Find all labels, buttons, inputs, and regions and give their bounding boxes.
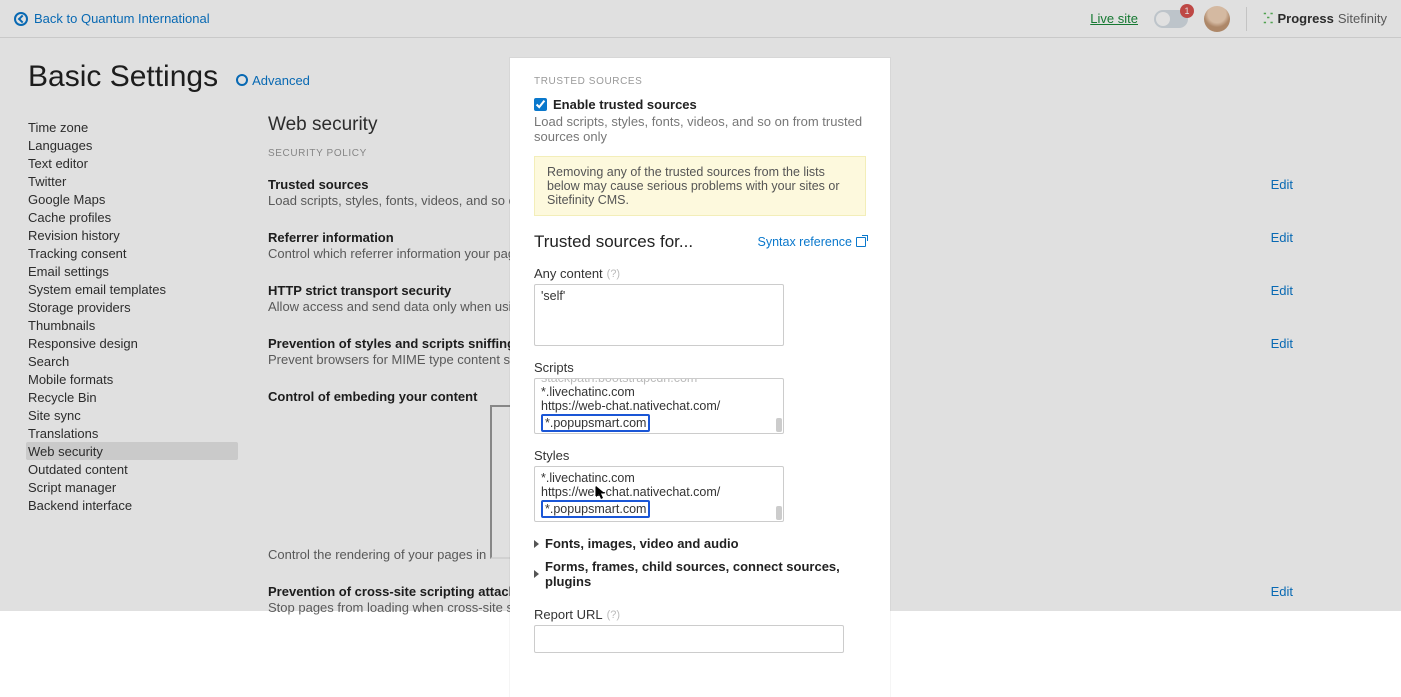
any-content-value: 'self' — [541, 289, 777, 303]
back-arrow-icon — [14, 12, 28, 26]
notification-badge[interactable]: 1 — [1180, 4, 1194, 18]
any-content-field: Any content (?) 'self' — [534, 266, 866, 346]
brand-icon: ⵘ — [1263, 10, 1274, 27]
syntax-reference-label: Syntax reference — [758, 235, 853, 249]
advanced-label: Advanced — [252, 73, 310, 88]
sidebar-item-twitter[interactable]: Twitter — [28, 172, 238, 190]
styles-field: Styles *.livechatinc.com https://web-cha… — [534, 448, 866, 522]
sidebar-item-search[interactable]: Search — [28, 352, 238, 370]
sidebar-item-cache-profiles[interactable]: Cache profiles — [28, 208, 238, 226]
scripts-line: https://web-chat.nativechat.com/ — [541, 399, 777, 413]
expander-fonts[interactable]: Fonts, images, video and audio — [534, 536, 866, 551]
sidebar-item-translations[interactable]: Translations — [28, 424, 238, 442]
modal-heading: TRUSTED SOURCES — [534, 76, 866, 87]
scripts-field: Scripts stackpath.bootstrapcdn.com *.liv… — [534, 360, 866, 434]
chevron-right-icon — [534, 540, 539, 548]
sidebar-item-script-manager[interactable]: Script manager — [28, 478, 238, 496]
sidebar-item-site-sync[interactable]: Site sync — [28, 406, 238, 424]
setting-title: Prevention of styles and scripts sniffin… — [268, 336, 545, 351]
report-url-label: Report URL — [534, 607, 603, 622]
cursor-icon — [596, 486, 607, 501]
external-link-icon — [856, 237, 866, 247]
brand-sitefinity: Sitefinity — [1338, 11, 1387, 26]
any-content-textarea[interactable]: 'self' — [534, 284, 784, 346]
sidebar-item-tracking-consent[interactable]: Tracking consent — [28, 244, 238, 262]
back-label: Back to Quantum International — [34, 11, 210, 26]
report-url-field: Report URL (?) — [534, 607, 866, 653]
syntax-reference-link[interactable]: Syntax reference — [758, 235, 867, 249]
scrollbar-thumb[interactable] — [776, 506, 782, 520]
styles-line: *.livechatinc.com — [541, 471, 777, 485]
dark-mode-toggle-wrap: 1 — [1154, 10, 1188, 28]
sidebar-item-google-maps[interactable]: Google Maps — [28, 190, 238, 208]
brand: ⵘ Progress Sitefinity — [1263, 10, 1387, 27]
styles-textarea[interactable]: *.livechatinc.com https://web-chat.nativ… — [534, 466, 784, 522]
avatar[interactable] — [1204, 6, 1230, 32]
any-content-label: Any content — [534, 266, 603, 281]
sidebar-item-time-zone[interactable]: Time zone — [28, 118, 238, 136]
enable-checkbox-row: Enable trusted sources — [534, 97, 866, 112]
styles-line: https://web-chat.nativechat.com/ — [541, 485, 777, 499]
warning-box: Removing any of the trusted sources from… — [534, 156, 866, 216]
edit-link[interactable]: Edit — [1271, 584, 1373, 599]
chevron-right-icon — [534, 570, 539, 578]
sidebar-item-mobile-formats[interactable]: Mobile formats — [28, 370, 238, 388]
styles-highlight: *.popupsmart.com — [541, 500, 650, 518]
scripts-line: stackpath.bootstrapcdn.com — [541, 378, 777, 385]
enable-checkbox[interactable] — [534, 98, 547, 111]
topbar-right: Live site 1 ⵘ Progress Sitefinity — [1090, 6, 1387, 32]
styles-label: Styles — [534, 448, 569, 463]
trusted-sources-modal: TRUSTED SOURCES Enable trusted sources L… — [510, 58, 890, 697]
sidebar-item-responsive-design[interactable]: Responsive design — [28, 334, 238, 352]
enable-label: Enable trusted sources — [553, 97, 697, 112]
expander-forms-label: Forms, frames, child sources, connect so… — [545, 559, 866, 589]
expander-fonts-label: Fonts, images, video and audio — [545, 536, 739, 551]
back-link[interactable]: Back to Quantum International — [14, 11, 210, 26]
help-icon[interactable]: (?) — [607, 609, 620, 621]
scripts-textarea[interactable]: stackpath.bootstrapcdn.com *.livechatinc… — [534, 378, 784, 434]
page-title: Basic Settings — [28, 60, 218, 94]
live-site-link[interactable]: Live site — [1090, 11, 1138, 26]
scripts-highlight: *.popupsmart.com — [541, 414, 650, 432]
report-url-input[interactable] — [534, 625, 844, 653]
sidebar-item-web-security[interactable]: Web security — [26, 442, 238, 460]
trusted-title: Trusted sources for... — [534, 232, 693, 252]
sidebar-item-email-settings[interactable]: Email settings — [28, 262, 238, 280]
scripts-line: *.livechatinc.com — [541, 385, 777, 399]
edit-link[interactable]: Edit — [1271, 177, 1373, 192]
topbar: Back to Quantum International Live site … — [0, 0, 1401, 38]
enable-desc: Load scripts, styles, fonts, videos, and… — [534, 114, 866, 144]
sidebar-item-recycle-bin[interactable]: Recycle Bin — [28, 388, 238, 406]
sidebar-item-thumbnails[interactable]: Thumbnails — [28, 316, 238, 334]
setting-desc: Prevent browsers for MIME type content s… — [268, 352, 545, 367]
trusted-header: Trusted sources for... Syntax reference — [534, 232, 866, 252]
brand-progress: Progress — [1277, 11, 1333, 26]
edit-link[interactable]: Edit — [1271, 230, 1373, 245]
edit-link[interactable]: Edit — [1271, 336, 1373, 351]
sidebar-item-backend-interface[interactable]: Backend interface — [28, 496, 238, 514]
scripts-label: Scripts — [534, 360, 574, 375]
help-icon[interactable]: (?) — [607, 268, 620, 280]
sidebar: Time zoneLanguagesText editorTwitterGoog… — [28, 104, 238, 629]
separator — [1246, 7, 1247, 31]
advanced-link[interactable]: Advanced — [236, 73, 310, 88]
sidebar-item-languages[interactable]: Languages — [28, 136, 238, 154]
expander-forms[interactable]: Forms, frames, child sources, connect so… — [534, 559, 866, 589]
sidebar-item-storage-providers[interactable]: Storage providers — [28, 298, 238, 316]
sidebar-item-revision-history[interactable]: Revision history — [28, 226, 238, 244]
sidebar-item-text-editor[interactable]: Text editor — [28, 154, 238, 172]
gear-icon — [236, 74, 248, 86]
sidebar-item-outdated-content[interactable]: Outdated content — [28, 460, 238, 478]
sidebar-item-system-email-templates[interactable]: System email templates — [28, 280, 238, 298]
edit-link[interactable]: Edit — [1271, 283, 1373, 298]
scrollbar-thumb[interactable] — [776, 418, 782, 432]
